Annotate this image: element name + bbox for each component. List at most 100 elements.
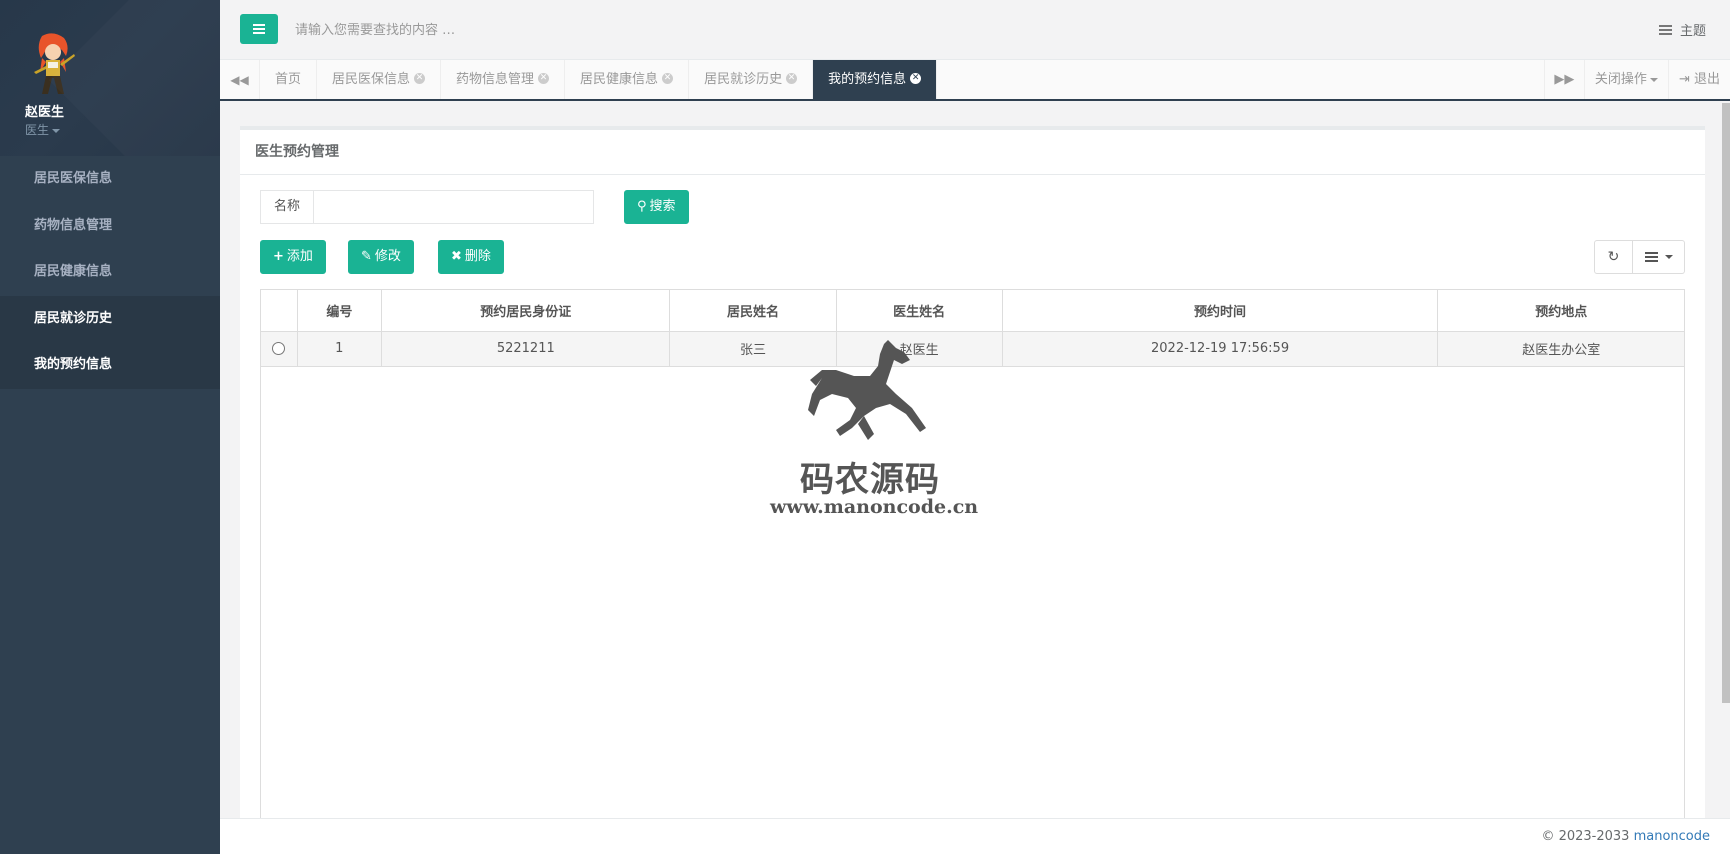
sidebar-item-label: 居民就诊历史 [34, 310, 113, 326]
edit-button-label: 修改 [374, 249, 401, 264]
table-header-row: 编号 预约居民身份证 居民姓名 医生姓名 预约时间 预约地点 [261, 290, 1684, 332]
page-scrollbar[interactable] [1722, 103, 1730, 703]
table-cell: 5221211 [381, 331, 671, 367]
tab-medicine[interactable]: 药物信息管理 ✕ [441, 60, 566, 99]
select-column-header [261, 290, 298, 332]
tab-insurance[interactable]: 居民医保信息 ✕ [317, 60, 442, 99]
logout-button[interactable]: ⇥ 退出 [1667, 60, 1730, 99]
user-role-dropdown[interactable]: 医生 [25, 121, 61, 138]
logout-label: 退出 [1693, 72, 1720, 87]
refresh-button[interactable]: ↻ [1594, 240, 1633, 274]
tab-bar: ◀◀ 首页 居民医保信息 ✕ 药物信息管理 ✕ 居民健康信息 ✕ 居民就诊历史 ✕ 我的… [220, 60, 1730, 101]
column-header[interactable]: 预约居民身份证 [381, 290, 671, 332]
sidebar: 赵医生 医生 居民医保信息 药物信息管理 居民健康信息 居民就诊历史 我的预约信… [0, 0, 220, 854]
copyright-link[interactable]: manoncode [1634, 829, 1710, 844]
sidebar-item-label: 药物信息管理 [34, 217, 113, 233]
user-name: 赵医生 [25, 105, 65, 120]
table-cell: 张三 [669, 331, 837, 367]
tab-label: 药物信息管理 [456, 72, 535, 87]
close-icon: ✖ [451, 249, 462, 264]
sidebar-item-visit-history[interactable]: 居民就诊历史 [0, 295, 220, 342]
menu-toggle-button[interactable] [240, 14, 278, 44]
table-cell: 1 [297, 331, 383, 367]
close-icon[interactable]: ✕ [414, 73, 426, 84]
sidebar-item-medicine[interactable]: 药物信息管理 [0, 203, 220, 250]
tab-label: 居民健康信息 [580, 72, 659, 87]
content-panel: 医生预约管理 名称 ⚲ 搜索 + 添加 ✎ 修改 ✖ 删除 ↻ 编号 预约居民身份证 居… [240, 126, 1705, 829]
sidebar-item-health[interactable]: 居民健康信息 [0, 249, 220, 296]
global-search-input[interactable] [295, 19, 695, 41]
plus-icon: + [273, 249, 284, 264]
tab-actions: ▶▶ 关闭操作 ⇥ 退出 [1543, 60, 1730, 99]
search-button[interactable]: ⚲ 搜索 [624, 190, 689, 224]
copyright: © 2023-2033 manoncode [1541, 829, 1710, 844]
list-icon [1644, 252, 1658, 262]
column-header[interactable]: 医生姓名 [836, 290, 1003, 332]
sidebar-item-label: 我的预约信息 [34, 357, 113, 372]
table-toolbar: ↻ [1594, 240, 1685, 274]
tab-scroll-right-button[interactable]: ▶▶ [1543, 60, 1584, 99]
table-cell: 2022-12-19 17:56:59 [1002, 331, 1439, 367]
search-label: 名称 [260, 190, 313, 224]
theme-button[interactable]: 主题 [1658, 20, 1706, 39]
table-cell: 赵医生办公室 [1437, 331, 1684, 367]
profile-header: 赵医生 医生 [0, 0, 220, 156]
user-role-label: 医生 [25, 123, 50, 137]
logout-icon: ⇥ [1678, 72, 1690, 87]
panel-title: 医生预约管理 [240, 130, 1705, 175]
delete-button-label: 删除 [464, 249, 491, 264]
copyright-text: © 2023-2033 [1541, 829, 1630, 844]
tab-visit-history[interactable]: 居民就诊历史 ✕ [689, 60, 814, 99]
theme-icon [1658, 24, 1672, 35]
chevron-down-icon [1649, 77, 1658, 82]
tab-scroll-left-button[interactable]: ◀◀ [220, 60, 260, 99]
tab-label: 我的预约信息 [828, 72, 907, 87]
delete-button[interactable]: ✖ 删除 [438, 240, 504, 274]
close-icon[interactable]: ✕ [538, 73, 550, 84]
sidebar-item-label: 居民医保信息 [34, 171, 113, 186]
chevron-down-icon [52, 128, 61, 133]
tab-my-appointments[interactable]: 我的预约信息 ✕ [813, 60, 938, 99]
row-select-cell [261, 331, 298, 367]
sidebar-item-my-appointments[interactable]: 我的预约信息 [0, 342, 220, 389]
close-icon[interactable]: ✕ [786, 73, 798, 84]
table-row[interactable]: 1 5221211 张三 赵医生 2022-12-19 17:56:59 赵医生… [261, 331, 1684, 367]
hamburger-icon [253, 28, 265, 30]
close-operations-label: 关闭操作 [1594, 72, 1647, 87]
table-cell: 赵医生 [836, 331, 1003, 367]
backward-icon: ◀◀ [230, 72, 249, 87]
column-header[interactable]: 预约地点 [1437, 290, 1684, 332]
edit-icon: ✎ [361, 249, 372, 264]
close-operations-dropdown[interactable]: 关闭操作 [1583, 60, 1668, 99]
column-header[interactable]: 居民姓名 [669, 290, 837, 332]
column-header[interactable]: 预约时间 [1002, 290, 1439, 332]
topbar: 主题 [220, 0, 1730, 60]
search-button-label: 搜索 [649, 199, 676, 214]
tab-home[interactable]: 首页 [260, 60, 318, 99]
footer: © 2023-2033 manoncode [220, 818, 1730, 854]
avatar[interactable] [28, 32, 78, 98]
add-button[interactable]: + 添加 [260, 240, 326, 274]
close-icon[interactable]: ✕ [910, 73, 922, 84]
edit-button[interactable]: ✎ 修改 [348, 240, 414, 274]
sidebar-item-label: 居民健康信息 [34, 264, 113, 279]
close-icon[interactable]: ✕ [662, 73, 674, 84]
search-group: 名称 [260, 190, 594, 224]
name-search-input[interactable] [313, 190, 594, 224]
tab-health[interactable]: 居民健康信息 ✕ [565, 60, 690, 99]
tab-label: 居民医保信息 [332, 72, 411, 87]
column-header[interactable]: 编号 [297, 290, 383, 332]
add-button-label: 添加 [286, 249, 313, 264]
theme-label: 主题 [1679, 24, 1706, 39]
tab-label: 首页 [275, 72, 302, 87]
tab-label: 居民就诊历史 [704, 72, 783, 87]
refresh-icon: ↻ [1607, 249, 1620, 265]
forward-icon: ▶▶ [1554, 72, 1575, 87]
row-radio[interactable] [272, 342, 286, 355]
appointments-table: 编号 预约居民身份证 居民姓名 医生姓名 预约时间 预约地点 1 5221211… [260, 289, 1685, 829]
columns-dropdown[interactable] [1633, 240, 1685, 274]
tab-list: 首页 居民医保信息 ✕ 药物信息管理 ✕ 居民健康信息 ✕ 居民就诊历史 ✕ 我的预约信… [260, 60, 938, 99]
chevron-down-icon [1664, 255, 1673, 259]
search-icon: ⚲ [637, 199, 647, 214]
sidebar-item-insurance[interactable]: 居民医保信息 [0, 156, 220, 203]
